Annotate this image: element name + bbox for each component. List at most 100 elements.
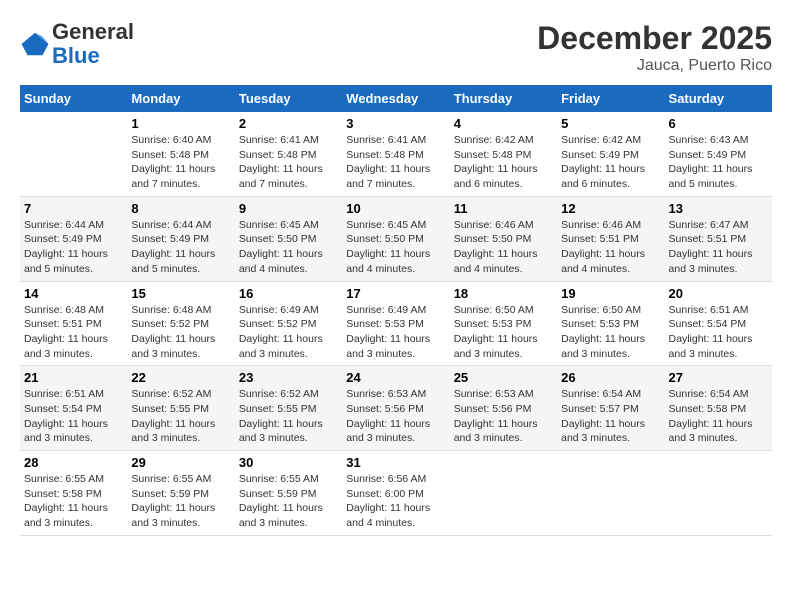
calendar-cell: 6Sunrise: 6:43 AM Sunset: 5:49 PM Daylig…: [665, 112, 772, 196]
day-number: 1: [131, 116, 230, 131]
calendar-cell: 15Sunrise: 6:48 AM Sunset: 5:52 PM Dayli…: [127, 281, 234, 366]
calendar-cell: 25 Sunrise: 6:53 AM Sunset: 5:56 PM Dayli…: [450, 366, 557, 451]
day-number: 7: [24, 201, 123, 216]
day-number: 17: [346, 286, 445, 301]
day-info: Sunrise: 6:40 AM Sunset: 5:48 PM Dayligh…: [131, 133, 230, 192]
calendar-cell: [450, 451, 557, 536]
day-info: Sunrise: 6:55 AM Sunset: 5:59 PM Dayligh…: [131, 472, 230, 531]
day-info: Sunrise: 6:46 AM Sunset: 5:51 PM Dayligh…: [561, 218, 660, 277]
header-friday: Friday: [557, 85, 664, 112]
day-info: Sunrise: 6:52 AM Sunset: 5:55 PM Dayligh…: [239, 387, 338, 446]
day-number: 14: [24, 286, 123, 301]
day-info: Sunrise: 6:50 AM Sunset: 5:53 PM Dayligh…: [561, 303, 660, 362]
calendar-week-row: 21Sunrise: 6:51 AM Sunset: 5:54 PM Dayli…: [20, 366, 772, 451]
day-info: Sunrise: 6:50 AM Sunset: 5:53 PM Dayligh…: [454, 303, 553, 362]
day-number: 12: [561, 201, 660, 216]
calendar-week-row: 28Sunrise: 6:55 AM Sunset: 5:58 PM Dayli…: [20, 451, 772, 536]
calendar-cell: 12 Sunrise: 6:46 AM Sunset: 5:51 PM Dayli…: [557, 196, 664, 281]
day-number: 16: [239, 286, 338, 301]
calendar-cell: 19 Sunrise: 6:50 AM Sunset: 5:53 PM Dayli…: [557, 281, 664, 366]
calendar-week-row: 1 Sunrise: 6:40 AM Sunset: 5:48 PM Daylig…: [20, 112, 772, 196]
day-number: 18: [454, 286, 553, 301]
calendar-cell: 31 Sunrise: 6:56 AM Sunset: 6:00 PM Dayli…: [342, 451, 449, 536]
calendar-cell: 16 Sunrise: 6:49 AM Sunset: 5:52 PM Dayli…: [235, 281, 342, 366]
day-number: 11: [454, 201, 553, 216]
day-info: Sunrise: 6:54 AM Sunset: 5:58 PM Dayligh…: [669, 387, 768, 446]
day-number: 2: [239, 116, 338, 131]
title-block: December 2025 Jauca, Puerto Rico: [537, 20, 772, 75]
day-info: Sunrise: 6:41 AM Sunset: 5:48 PM Dayligh…: [239, 133, 338, 192]
day-info: Sunrise: 6:44 AM Sunset: 5:49 PM Dayligh…: [24, 218, 123, 277]
calendar-cell: 27 Sunrise: 6:54 AM Sunset: 5:58 PM Dayli…: [665, 366, 772, 451]
day-number: 30: [239, 455, 338, 470]
calendar-cell: 4 Sunrise: 6:42 AM Sunset: 5:48 PM Daylig…: [450, 112, 557, 196]
day-number: 31: [346, 455, 445, 470]
day-number: 19: [561, 286, 660, 301]
day-info: Sunrise: 6:48 AM Sunset: 5:52 PM Dayligh…: [131, 303, 230, 362]
calendar-cell: 7 Sunrise: 6:44 AM Sunset: 5:49 PM Daylig…: [20, 196, 127, 281]
logo: General Blue: [20, 20, 134, 68]
day-number: 3: [346, 116, 445, 131]
header-tuesday: Tuesday: [235, 85, 342, 112]
day-info: Sunrise: 6:53 AM Sunset: 5:56 PM Dayligh…: [454, 387, 553, 446]
day-info: Sunrise: 6:42 AM Sunset: 5:48 PM Dayligh…: [454, 133, 553, 192]
calendar-cell: 14 Sunrise: 6:48 AM Sunset: 5:51 PM Dayli…: [20, 281, 127, 366]
month-title: December 2025: [537, 20, 772, 57]
day-info: Sunrise: 6:56 AM Sunset: 6:00 PM Dayligh…: [346, 472, 445, 531]
day-info: Sunrise: 6:47 AM Sunset: 5:51 PM Dayligh…: [669, 218, 768, 277]
day-number: 10: [346, 201, 445, 216]
logo-general-text: General: [52, 20, 134, 44]
calendar-cell: [20, 112, 127, 196]
day-number: 22: [131, 370, 230, 385]
day-number: 23: [239, 370, 338, 385]
calendar-cell: [557, 451, 664, 536]
calendar-cell: 26Sunrise: 6:54 AM Sunset: 5:57 PM Dayli…: [557, 366, 664, 451]
day-info: Sunrise: 6:46 AM Sunset: 5:50 PM Dayligh…: [454, 218, 553, 277]
calendar-cell: 3 Sunrise: 6:41 AM Sunset: 5:48 PM Daylig…: [342, 112, 449, 196]
calendar-cell: 8 Sunrise: 6:44 AM Sunset: 5:49 PM Daylig…: [127, 196, 234, 281]
day-info: Sunrise: 6:53 AM Sunset: 5:56 PM Dayligh…: [346, 387, 445, 446]
page-header: General Blue December 2025 Jauca, Puerto…: [20, 20, 772, 75]
calendar-cell: 5 Sunrise: 6:42 AM Sunset: 5:49 PM Daylig…: [557, 112, 664, 196]
header-saturday: Saturday: [665, 85, 772, 112]
logo-blue-text: Blue: [52, 44, 134, 68]
day-info: Sunrise: 6:49 AM Sunset: 5:53 PM Dayligh…: [346, 303, 445, 362]
calendar-cell: 23 Sunrise: 6:52 AM Sunset: 5:55 PM Dayli…: [235, 366, 342, 451]
calendar-cell: 2 Sunrise: 6:41 AM Sunset: 5:48 PM Daylig…: [235, 112, 342, 196]
day-number: 24: [346, 370, 445, 385]
header-thursday: Thursday: [450, 85, 557, 112]
calendar-cell: 22Sunrise: 6:52 AM Sunset: 5:55 PM Dayli…: [127, 366, 234, 451]
calendar-week-row: 7 Sunrise: 6:44 AM Sunset: 5:49 PM Daylig…: [20, 196, 772, 281]
day-info: Sunrise: 6:43 AM Sunset: 5:49 PM Dayligh…: [669, 133, 768, 192]
day-number: 8: [131, 201, 230, 216]
day-number: 4: [454, 116, 553, 131]
day-info: Sunrise: 6:44 AM Sunset: 5:49 PM Dayligh…: [131, 218, 230, 277]
day-info: Sunrise: 6:51 AM Sunset: 5:54 PM Dayligh…: [669, 303, 768, 362]
header-sunday: Sunday: [20, 85, 127, 112]
day-info: Sunrise: 6:48 AM Sunset: 5:51 PM Dayligh…: [24, 303, 123, 362]
header-wednesday: Wednesday: [342, 85, 449, 112]
day-info: Sunrise: 6:41 AM Sunset: 5:48 PM Dayligh…: [346, 133, 445, 192]
calendar-cell: 21Sunrise: 6:51 AM Sunset: 5:54 PM Dayli…: [20, 366, 127, 451]
calendar-cell: 29 Sunrise: 6:55 AM Sunset: 5:59 PM Dayli…: [127, 451, 234, 536]
day-number: 9: [239, 201, 338, 216]
day-info: Sunrise: 6:45 AM Sunset: 5:50 PM Dayligh…: [239, 218, 338, 277]
day-info: Sunrise: 6:45 AM Sunset: 5:50 PM Dayligh…: [346, 218, 445, 277]
day-number: 29: [131, 455, 230, 470]
day-number: 27: [669, 370, 768, 385]
day-number: 20: [669, 286, 768, 301]
day-info: Sunrise: 6:42 AM Sunset: 5:49 PM Dayligh…: [561, 133, 660, 192]
calendar-cell: [665, 451, 772, 536]
day-info: Sunrise: 6:49 AM Sunset: 5:52 PM Dayligh…: [239, 303, 338, 362]
location: Jauca, Puerto Rico: [537, 57, 772, 75]
day-number: 5: [561, 116, 660, 131]
day-info: Sunrise: 6:51 AM Sunset: 5:54 PM Dayligh…: [24, 387, 123, 446]
calendar-cell: 24 Sunrise: 6:53 AM Sunset: 5:56 PM Dayli…: [342, 366, 449, 451]
day-number: 25: [454, 370, 553, 385]
calendar-week-row: 14 Sunrise: 6:48 AM Sunset: 5:51 PM Dayli…: [20, 281, 772, 366]
calendar-header-row: SundayMondayTuesdayWednesdayThursdayFrid…: [20, 85, 772, 112]
calendar-cell: 20 Sunrise: 6:51 AM Sunset: 5:54 PM Dayli…: [665, 281, 772, 366]
calendar-cell: 30Sunrise: 6:55 AM Sunset: 5:59 PM Dayli…: [235, 451, 342, 536]
calendar-cell: 28Sunrise: 6:55 AM Sunset: 5:58 PM Dayli…: [20, 451, 127, 536]
calendar-cell: 17 Sunrise: 6:49 AM Sunset: 5:53 PM Dayli…: [342, 281, 449, 366]
